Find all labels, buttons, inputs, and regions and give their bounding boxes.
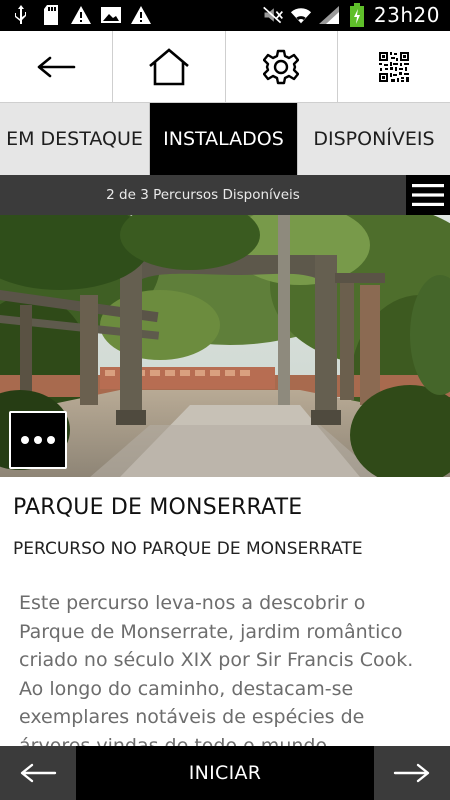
clock: 23h20 — [373, 3, 440, 27]
route-title: PARQUE DE MONSERRATE — [13, 495, 303, 520]
route-counter-bar: 2 de 3 Percursos Disponíveis — [0, 175, 450, 215]
usb-icon — [10, 4, 32, 26]
start-route-button[interactable]: INICIAR — [76, 746, 374, 800]
tab-bar: EM DESTAQUE INSTALADOS DISPONÍVEIS — [0, 103, 450, 175]
back-button[interactable] — [0, 31, 113, 102]
gear-icon — [263, 49, 300, 84]
home-button[interactable] — [113, 31, 226, 102]
route-details: PARQUE DE MONSERRATE PERCURSO NO PARQUE … — [0, 477, 450, 746]
bottom-navigation: INICIAR — [0, 746, 450, 800]
status-system: 23h20 — [262, 3, 440, 27]
menu-button[interactable] — [406, 175, 450, 215]
previous-route-button[interactable] — [0, 746, 76, 800]
qr-scan-button[interactable] — [338, 31, 450, 102]
next-route-button[interactable] — [374, 746, 450, 800]
top-toolbar — [0, 31, 450, 103]
image-icon — [100, 4, 122, 26]
warning-icon — [70, 4, 92, 26]
tab-instalados[interactable]: INSTALADOS — [150, 103, 298, 175]
signal-icon — [318, 4, 340, 26]
arrow-right-icon — [393, 763, 430, 783]
more-dots-icon — [21, 436, 29, 444]
battery-charging-icon — [346, 3, 368, 27]
back-arrow-icon — [37, 56, 76, 77]
hamburger-menu-icon — [412, 184, 444, 206]
tab-em-destaque[interactable]: EM DESTAQUE — [0, 103, 150, 175]
qr-code-icon — [378, 50, 411, 83]
route-subtitle: PERCURSO NO PARQUE DE MONSERRATE — [13, 539, 363, 559]
route-description: Este percurso leva-nos a descobrir o Par… — [19, 592, 414, 746]
settings-button[interactable] — [226, 31, 339, 102]
more-options-button[interactable] — [9, 411, 67, 469]
mute-icon — [262, 4, 284, 26]
status-notifications — [10, 4, 152, 26]
arrow-left-icon — [20, 763, 57, 783]
sd-card-icon — [40, 4, 62, 26]
tab-disponiveis[interactable]: DISPONÍVEIS — [298, 103, 450, 175]
warning-icon — [130, 4, 152, 26]
home-icon — [148, 47, 189, 85]
wifi-icon — [290, 4, 312, 26]
status-bar: 23h20 — [0, 0, 450, 31]
route-photo — [0, 215, 450, 477]
route-counter: 2 de 3 Percursos Disponíveis — [106, 187, 300, 203]
